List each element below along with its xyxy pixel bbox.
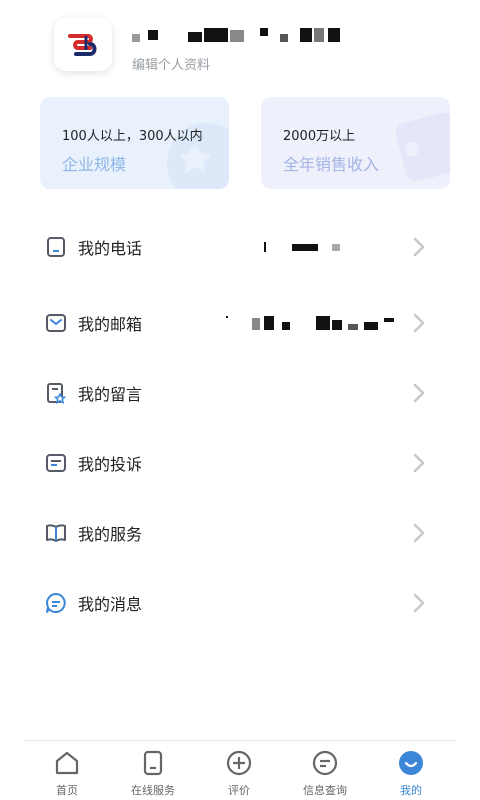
mail-icon <box>46 314 66 332</box>
company-scale-label: 企业规模 <box>62 155 127 174</box>
menu-item-messages[interactable]: 我的留言 <box>0 358 480 428</box>
chevron-right-icon <box>413 453 425 473</box>
company-logo <box>54 18 112 71</box>
chevron-right-icon <box>413 523 425 543</box>
phone-service-icon <box>143 750 163 776</box>
company-scale-card: 100人以上，300人以内 企业规模 <box>40 97 229 189</box>
book-icon <box>46 524 66 542</box>
company-scale-value: 100人以上，300人以内 <box>62 129 203 144</box>
menu-item-notifications[interactable]: 我的消息 <box>0 568 480 638</box>
menu-item-label: 我的留言 <box>78 385 143 404</box>
phone-icon <box>47 237 65 257</box>
menu-item-complaints[interactable]: 我的投诉 <box>0 428 480 498</box>
plus-circle-icon <box>226 750 252 776</box>
wallet-decoration-icon <box>395 112 450 182</box>
annual-income-value: 2000万以上 <box>283 129 356 144</box>
menu-item-label: 我的邮箱 <box>78 315 143 334</box>
logo-icon <box>68 33 97 56</box>
complaint-icon <box>46 454 66 472</box>
annual-income-label: 全年销售收入 <box>283 155 380 174</box>
tab-info-query[interactable]: 信息查询 <box>282 747 368 799</box>
chevron-right-icon <box>413 383 425 403</box>
menu-item-email[interactable]: 我的邮箱 <box>0 288 480 358</box>
tab-home[interactable]: 首页 <box>24 747 110 799</box>
phone-number-redacted <box>264 242 344 252</box>
menu-item-services[interactable]: 我的服务 <box>0 498 480 568</box>
bottom-tab-bar: 首页 在线服务 评价 信息查询 我的 <box>24 740 456 800</box>
annual-income-card: 2000万以上 全年销售收入 <box>261 97 450 189</box>
profile-header[interactable]: 编辑个人资料 <box>54 18 454 78</box>
tab-label: 评价 <box>228 784 250 797</box>
menu-item-label: 我的电话 <box>78 239 143 258</box>
edit-profile-link[interactable]: 编辑个人资料 <box>132 54 210 73</box>
tab-label: 首页 <box>56 784 78 797</box>
company-name-redacted <box>132 26 352 48</box>
chevron-right-icon <box>413 313 425 333</box>
tab-label: 信息查询 <box>303 784 347 797</box>
tab-mine[interactable]: 我的 <box>368 747 454 799</box>
tab-review[interactable]: 评价 <box>196 747 282 799</box>
home-icon <box>55 751 79 775</box>
chevron-right-icon <box>413 593 425 613</box>
smile-icon <box>399 751 423 775</box>
message-star-icon <box>47 383 67 404</box>
menu-item-label: 我的消息 <box>78 595 143 614</box>
chevron-right-icon <box>413 237 425 257</box>
message-circle-icon <box>312 750 338 776</box>
tab-label: 在线服务 <box>131 784 175 797</box>
tab-online-service[interactable]: 在线服务 <box>110 747 196 799</box>
menu-item-phone[interactable]: 我的电话 <box>0 212 480 282</box>
chat-icon <box>46 593 66 613</box>
menu-item-label: 我的投诉 <box>78 455 143 474</box>
menu-item-label: 我的服务 <box>78 525 143 544</box>
tab-label: 我的 <box>400 784 422 797</box>
email-redacted <box>226 316 404 330</box>
